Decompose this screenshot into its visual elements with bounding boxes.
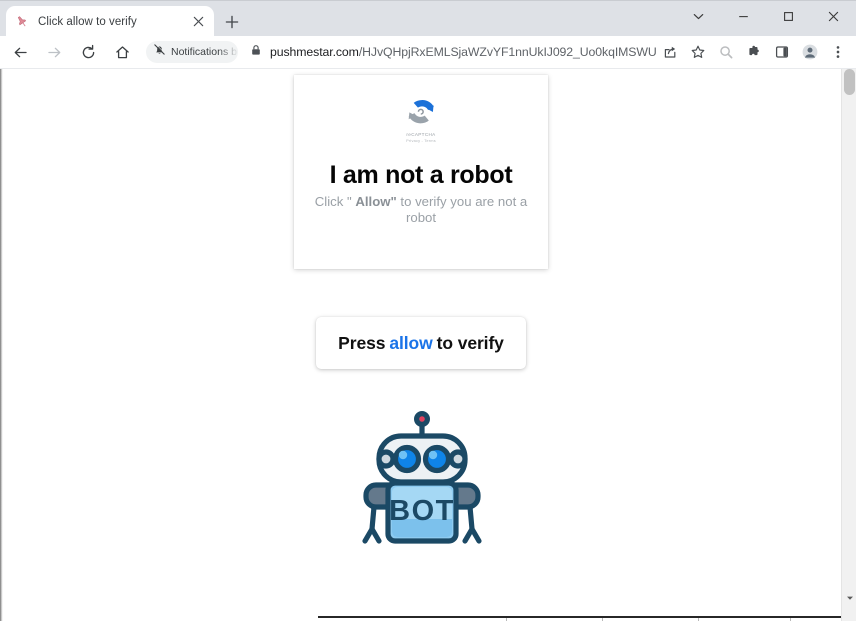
arrow-left-icon xyxy=(14,47,27,57)
captcha-subtitle-bold: Allow" xyxy=(355,194,397,209)
window-controls xyxy=(676,1,856,32)
robot-bot-icon: BOT xyxy=(352,407,492,555)
back-button[interactable] xyxy=(6,38,34,66)
window-left-edge xyxy=(0,69,3,621)
recaptcha-badge: reCAPTCHA Privacy - Terms xyxy=(398,95,444,144)
tab-close-icon[interactable] xyxy=(190,14,206,30)
page-scrollbar[interactable] xyxy=(841,69,856,621)
press-allow-button[interactable]: Press allow to verify xyxy=(316,317,526,369)
forward-button xyxy=(40,38,68,66)
captcha-subtitle-after: to verify you are not a robot xyxy=(396,194,528,225)
close-window-button[interactable] xyxy=(811,1,856,32)
scrollbar-down-arrow-icon[interactable] xyxy=(842,590,856,605)
captcha-subtitle-before: Click " xyxy=(314,194,356,209)
close-icon xyxy=(828,11,839,22)
tab-strip-area: Click allow to verify xyxy=(0,0,856,37)
new-tab-button[interactable] xyxy=(220,10,244,34)
reload-button[interactable] xyxy=(74,38,102,66)
search-icon[interactable] xyxy=(712,38,740,66)
side-panel-icon[interactable] xyxy=(768,38,796,66)
allow-button-highlight: allow xyxy=(389,332,433,353)
pushpin-icon xyxy=(14,14,30,30)
allow-button-text-before: Press xyxy=(338,332,386,353)
maximize-icon xyxy=(784,12,793,21)
profile-avatar-icon[interactable] xyxy=(796,38,824,66)
toolbar-icon-group xyxy=(656,38,856,66)
home-button[interactable] xyxy=(108,38,136,66)
three-dot-menu-icon[interactable] xyxy=(824,38,852,66)
maximize-button[interactable] xyxy=(766,1,811,32)
tab-title: Click allow to verify xyxy=(38,15,137,28)
plus-icon xyxy=(225,15,239,29)
captcha-subtitle: Click " Allow" to verify you are not a r… xyxy=(312,194,530,226)
recaptcha-name: reCAPTCHA xyxy=(406,132,436,137)
url-path: /HJvQHpjRxEMLSjaWZvYF1nnUkIJ092_Uo0kqIMS… xyxy=(358,45,656,59)
allow-button-text-after: to verify xyxy=(436,332,504,353)
minimize-button[interactable] xyxy=(721,1,766,32)
recaptcha-links[interactable]: Privacy - Terms xyxy=(398,138,444,144)
lock-icon[interactable] xyxy=(250,43,262,61)
browser-window: Click allow to verify Notifications b pu… xyxy=(0,0,856,621)
captcha-title: I am not a robot xyxy=(329,161,513,189)
url-host: pushmestar.com xyxy=(270,45,359,59)
scrollbar-thumb[interactable] xyxy=(844,69,855,95)
arrow-right-icon xyxy=(47,47,60,57)
page-bottom-partial-element xyxy=(318,616,841,621)
address-bar[interactable]: pushmestar.com/HJvQHpjRxEMLSjaWZvYF1nnUk… xyxy=(246,39,656,65)
notifications-blocked-chip[interactable]: Notifications b xyxy=(146,41,238,63)
minimize-icon xyxy=(739,16,748,18)
recaptcha-logo-icon xyxy=(408,99,434,124)
notifications-chip-label: Notifications b xyxy=(171,46,237,58)
browser-toolbar: Notifications b pushmestar.com/HJvQHpjRx… xyxy=(0,36,856,69)
robot-body-label: BOT xyxy=(389,495,455,527)
share-icon[interactable] xyxy=(656,38,684,66)
url-text: pushmestar.com/HJvQHpjRxEMLSjaWZvYF1nnUk… xyxy=(270,45,656,59)
extensions-puzzle-icon[interactable] xyxy=(740,38,768,66)
home-icon xyxy=(115,45,129,58)
captcha-card: reCAPTCHA Privacy - Terms I am not a rob… xyxy=(294,75,548,269)
tab-search-button[interactable] xyxy=(676,1,721,32)
bell-blocked-icon xyxy=(153,43,166,61)
bookmark-star-icon[interactable] xyxy=(684,38,712,66)
browser-tab[interactable]: Click allow to verify xyxy=(6,6,214,37)
page-viewport: reCAPTCHA Privacy - Terms I am not a rob… xyxy=(0,69,856,621)
reload-icon xyxy=(82,44,94,58)
chevron-down-icon xyxy=(693,14,704,20)
tab-strip: Click allow to verify xyxy=(0,1,856,37)
